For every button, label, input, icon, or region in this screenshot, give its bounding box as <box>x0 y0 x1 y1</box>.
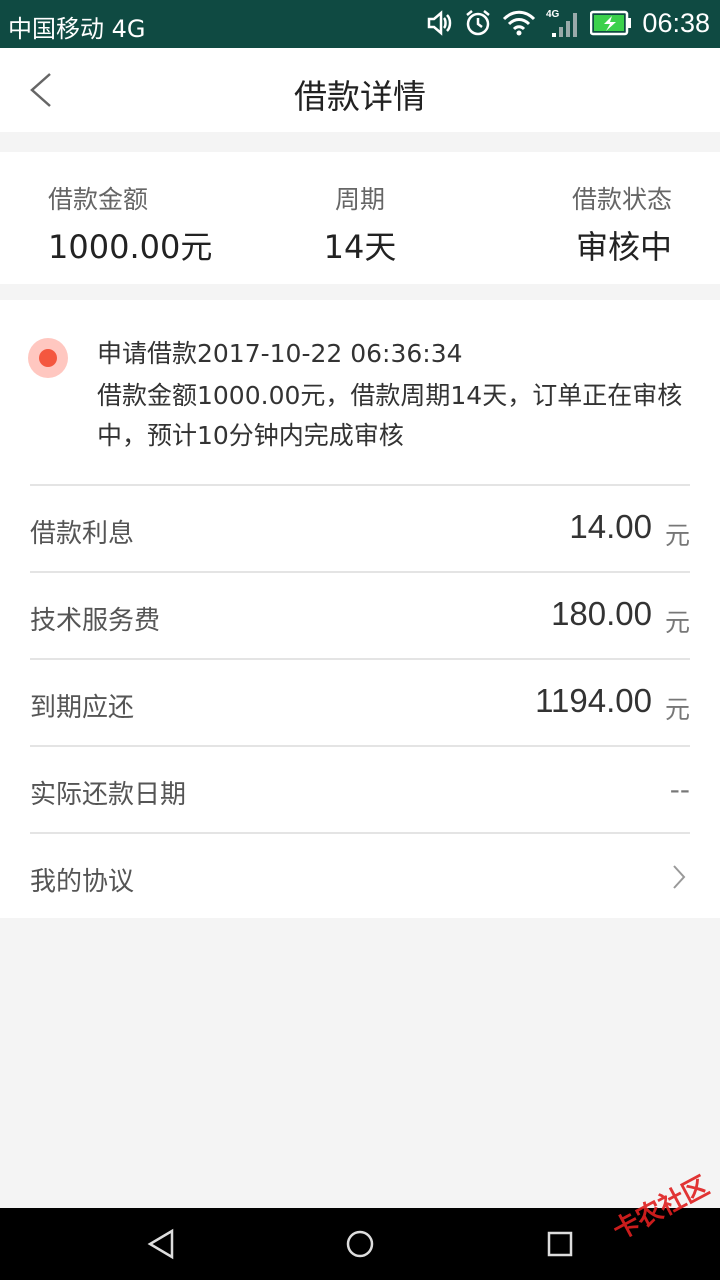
period-column: 周期 14天 <box>300 180 420 268</box>
service-fee-row: 技术服务费 180.00 元 <box>30 571 690 659</box>
amount-label: 借款金额 <box>48 185 149 214</box>
volume-icon <box>428 10 452 36</box>
due-label: 到期应还 <box>30 693 135 723</box>
interest-unit: 元 <box>664 521 690 550</box>
period-label: 周期 <box>334 185 385 214</box>
agreement-row[interactable]: 我的协议 <box>30 832 690 920</box>
timeline-dot-icon <box>28 338 68 378</box>
wifi-icon <box>503 10 536 36</box>
due-amount-row: 到期应还 1194.00 元 <box>30 658 690 746</box>
amount-value: 1000.00元 <box>48 228 213 266</box>
status-value: 审核中 <box>575 228 672 266</box>
nav-back-button[interactable] <box>146 1228 176 1260</box>
nav-recent-button[interactable] <box>546 1228 574 1260</box>
interest-value: 14.00 <box>569 508 652 545</box>
repay-date-label: 实际还款日期 <box>30 780 187 810</box>
nav-home-button[interactable] <box>345 1228 375 1260</box>
loan-summary: 借款金额 1000.00元 周期 14天 借款状态 审核中 <box>0 152 720 284</box>
repay-date-value: -- <box>669 773 690 806</box>
chevron-right-icon <box>673 865 686 889</box>
alarm-icon <box>466 10 491 36</box>
due-unit: 元 <box>664 695 690 724</box>
status-bar: 中国移动 4G 4G 06:38 <box>0 0 720 48</box>
amount-column: 借款金额 1000.00元 <box>48 180 212 268</box>
timeline-heading: 申请借款2017-10-22 06:36:34 <box>97 339 463 368</box>
due-value: 1194.00 <box>535 682 652 719</box>
service-fee-label: 技术服务费 <box>30 606 161 636</box>
status-column: 借款状态 审核中 <box>572 180 672 268</box>
loan-detail-panel: 申请借款2017-10-22 06:36:34 借款金额1000.00元，借款周… <box>0 300 720 918</box>
status-label: 借款状态 <box>571 185 672 214</box>
service-fee-unit: 元 <box>664 608 690 637</box>
battery-icon <box>590 10 632 36</box>
signal-4g-icon: 4G <box>546 9 578 37</box>
service-fee-value: 180.00 <box>551 595 652 632</box>
interest-row: 借款利息 14.00 元 <box>30 484 690 572</box>
carrier-label: 中国移动 4G <box>8 15 146 43</box>
agreement-label: 我的协议 <box>30 867 135 897</box>
svg-text:4G: 4G <box>546 9 560 20</box>
title-bar: 借款详情 <box>0 48 720 132</box>
page-title: 借款详情 <box>294 77 426 116</box>
interest-label: 借款利息 <box>30 519 135 549</box>
repay-date-row: 实际还款日期 -- <box>30 745 690 833</box>
status-icons: 4G 06:38 <box>426 7 710 39</box>
timeline-description: 借款金额1000.00元，借款周期14天，订单正在审核中，预计10分钟内完成审核 <box>97 381 683 450</box>
period-value: 14天 <box>323 228 397 266</box>
clock: 06:38 <box>642 7 710 38</box>
